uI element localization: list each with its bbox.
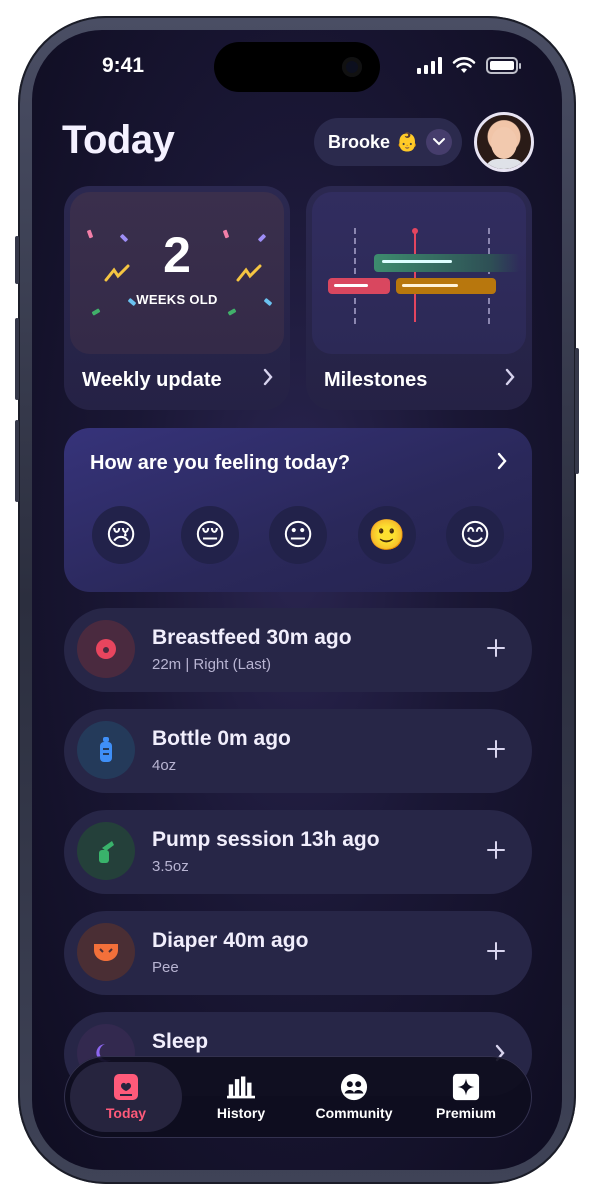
- tab-premium[interactable]: Premium: [410, 1062, 522, 1132]
- sparkle-icon: [452, 1073, 480, 1101]
- add-breastfeed-button[interactable]: [486, 632, 506, 666]
- power-button: [575, 348, 579, 474]
- activity-subtitle: Pee: [152, 959, 179, 976]
- activity-subtitle: 22m | Right (Last): [152, 656, 271, 673]
- breastfeed-icon: [77, 620, 135, 678]
- tab-bar: Today History Community Premium: [64, 1056, 532, 1138]
- tab-community[interactable]: Community: [298, 1062, 410, 1132]
- activity-title: Sleep: [152, 1030, 209, 1053]
- feeling-title: How are you feeling today?: [90, 452, 351, 474]
- page-title: Today: [62, 118, 175, 162]
- chart-icon: [227, 1073, 255, 1101]
- avatar[interactable]: [474, 112, 534, 172]
- milestones-card[interactable]: Milestones: [306, 186, 532, 410]
- add-bottle-button[interactable]: [486, 733, 506, 767]
- bottle-icon: [77, 721, 135, 779]
- chevron-right-icon: [262, 366, 274, 392]
- chevron-down-icon: [426, 129, 452, 155]
- status-icons: [417, 56, 521, 74]
- add-pump-button[interactable]: [486, 834, 506, 868]
- camera-icon: [342, 57, 362, 77]
- pump-icon: [77, 822, 135, 880]
- baby-selector[interactable]: Brooke 👶: [314, 118, 462, 166]
- emoji-slight-smile-button[interactable]: 🙂: [358, 506, 416, 564]
- battery-icon: [486, 57, 521, 74]
- milestones-label: Milestones: [324, 369, 428, 391]
- today-icon: [112, 1073, 140, 1101]
- tab-history[interactable]: History: [185, 1062, 297, 1132]
- emoji-neutral-button[interactable]: 😐: [269, 506, 327, 564]
- activity-title: Diaper 40m ago: [152, 929, 309, 952]
- activity-row-pump[interactable]: Pump session 13h ago 3.5oz: [64, 810, 532, 894]
- emoji-happy-button[interactable]: 😊: [446, 506, 504, 564]
- milestones-illustration: [312, 192, 526, 354]
- action-button: [15, 236, 19, 284]
- weekly-update-illustration: 2 WEEKS OLD: [70, 192, 284, 354]
- activity-row-bottle[interactable]: Bottle 0m ago 4oz: [64, 709, 532, 793]
- diaper-icon: [77, 923, 135, 981]
- weeks-subtitle: WEEKS OLD: [136, 292, 218, 307]
- activity-title: Pump session 13h ago: [152, 828, 380, 851]
- activity-title: Breastfeed 30m ago: [152, 626, 352, 649]
- tab-label: History: [216, 1105, 266, 1121]
- tab-label: Premium: [436, 1105, 496, 1121]
- activity-row-diaper[interactable]: Diaper 40m ago Pee: [64, 911, 532, 995]
- weekly-update-card[interactable]: 2 WEEKS OLD Weekly update: [64, 186, 290, 410]
- chevron-right-icon: [504, 366, 516, 392]
- activity-subtitle: 4oz: [152, 757, 177, 774]
- tab-label: Community: [315, 1105, 393, 1121]
- activity-row-breastfeed[interactable]: Breastfeed 30m ago 22m | Right (Last): [64, 608, 532, 692]
- dynamic-island: [214, 42, 380, 92]
- activity-title: Bottle 0m ago: [152, 727, 291, 750]
- volume-down-button: [15, 420, 19, 502]
- chevron-right-icon: [496, 450, 508, 476]
- tab-label: Today: [105, 1105, 147, 1121]
- weekly-update-label: Weekly update: [82, 369, 222, 391]
- weeks-number: 2: [163, 227, 191, 283]
- screen: 9:41 Today Brooke 👶 2 WEEKS OLD Weekly u…: [32, 30, 562, 1170]
- baby-emoji-icon: 👶: [396, 131, 419, 152]
- cellular-signal-icon: [417, 57, 442, 74]
- baby-name: Brooke: [328, 131, 391, 152]
- volume-up-button: [15, 318, 19, 400]
- emoji-crying-button[interactable]: 😢: [92, 506, 150, 564]
- status-time: 9:41: [102, 54, 145, 77]
- tab-today[interactable]: Today: [70, 1062, 182, 1132]
- wifi-icon: [452, 57, 476, 73]
- activity-subtitle: 3.5oz: [152, 858, 189, 875]
- people-icon: [340, 1073, 368, 1101]
- feeling-card[interactable]: How are you feeling today? 😢 😔 😐 🙂 😊: [64, 428, 532, 592]
- add-diaper-button[interactable]: [486, 935, 506, 969]
- emoji-sad-button[interactable]: 😔: [181, 506, 239, 564]
